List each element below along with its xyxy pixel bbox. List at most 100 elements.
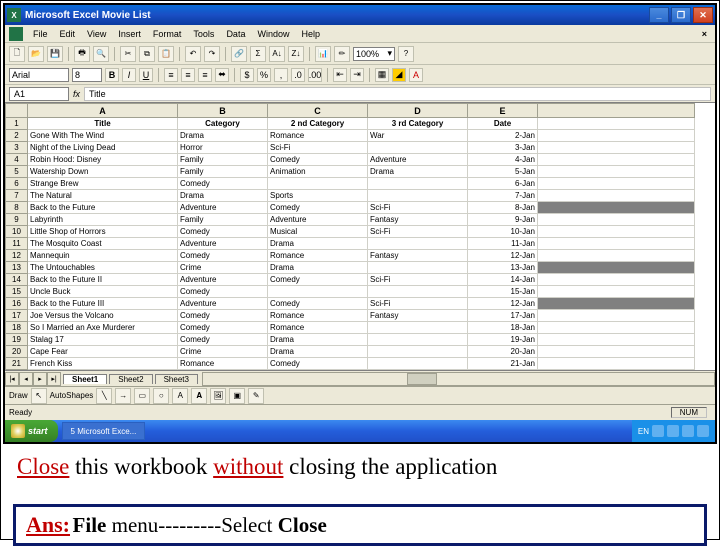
col-header-blank[interactable]: [538, 104, 695, 118]
cell[interactable]: Labyrinth: [28, 214, 178, 226]
name-box[interactable]: A1: [9, 87, 69, 101]
cell[interactable]: Romance: [268, 310, 368, 322]
percent-icon[interactable]: %: [257, 68, 271, 82]
cell[interactable]: [368, 190, 468, 202]
sheet-nav-last[interactable]: ▸|: [47, 372, 61, 386]
cell[interactable]: Comedy: [178, 226, 268, 238]
cell[interactable]: Adventure: [178, 274, 268, 286]
paste-icon[interactable]: 📋: [158, 46, 174, 62]
cell[interactable]: So I Married an Axe Murderer: [28, 322, 178, 334]
cell[interactable]: Mannequin: [28, 250, 178, 262]
row-header[interactable]: 1: [6, 118, 28, 130]
cell[interactable]: Gone With The Wind: [28, 130, 178, 142]
cell[interactable]: Comedy: [178, 322, 268, 334]
cell[interactable]: 11-Jan: [468, 238, 538, 250]
sheet-tab-3[interactable]: Sheet3: [155, 374, 198, 384]
sheet-nav-next[interactable]: ▸: [33, 372, 47, 386]
borders-icon[interactable]: ▦: [375, 68, 389, 82]
cell[interactable]: 9-Jan: [468, 214, 538, 226]
cell[interactable]: Drama: [268, 262, 368, 274]
cell[interactable]: Drama: [268, 346, 368, 358]
cell[interactable]: Strange Brew: [28, 178, 178, 190]
cell[interactable]: 15-Jan: [468, 286, 538, 298]
close-window-button[interactable]: ✕: [693, 7, 713, 23]
row-header[interactable]: 9: [6, 214, 28, 226]
row-header[interactable]: 2: [6, 130, 28, 142]
cell[interactable]: War: [368, 130, 468, 142]
merge-icon[interactable]: ⬌: [215, 68, 229, 82]
cell[interactable]: Comedy: [178, 310, 268, 322]
chart-icon[interactable]: 📊: [315, 46, 331, 62]
sort-desc-icon[interactable]: Z↓: [288, 46, 304, 62]
cell[interactable]: [538, 334, 695, 346]
row-header[interactable]: 17: [6, 310, 28, 322]
cell[interactable]: Cape Fear: [28, 346, 178, 358]
cell[interactable]: Romance: [178, 358, 268, 370]
cell[interactable]: Adventure: [368, 154, 468, 166]
row-header[interactable]: 3: [6, 142, 28, 154]
cell[interactable]: [538, 190, 695, 202]
cell[interactable]: Joe Versus the Volcano: [28, 310, 178, 322]
cell[interactable]: [538, 346, 695, 358]
tray-icon[interactable]: [697, 425, 709, 437]
wordart-icon[interactable]: 𝐀: [191, 388, 207, 404]
system-tray[interactable]: EN: [632, 420, 715, 442]
cell[interactable]: 6-Jan: [468, 178, 538, 190]
cell[interactable]: 17-Jan: [468, 310, 538, 322]
redo-icon[interactable]: ↷: [204, 46, 220, 62]
col-header-d[interactable]: D: [368, 104, 468, 118]
cell[interactable]: [368, 358, 468, 370]
cell[interactable]: Drama: [268, 238, 368, 250]
cell[interactable]: Robin Hood: Disney: [28, 154, 178, 166]
font-size-select[interactable]: 8: [72, 68, 102, 82]
cell[interactable]: Comedy: [268, 274, 368, 286]
menu-data[interactable]: Data: [220, 27, 251, 41]
align-left-icon[interactable]: ≡: [164, 68, 178, 82]
cell[interactable]: Date: [468, 118, 538, 130]
cell[interactable]: Fantasy: [368, 214, 468, 226]
menu-help[interactable]: Help: [295, 27, 326, 41]
cell[interactable]: Little Shop of Horrors: [28, 226, 178, 238]
menu-format[interactable]: Format: [147, 27, 188, 41]
cell[interactable]: Drama: [178, 130, 268, 142]
menu-window[interactable]: Window: [251, 27, 295, 41]
cell[interactable]: Family: [178, 154, 268, 166]
cell[interactable]: 19-Jan: [468, 334, 538, 346]
sheet-tab-2[interactable]: Sheet2: [109, 374, 152, 384]
cell[interactable]: [538, 214, 695, 226]
currency-icon[interactable]: $: [240, 68, 254, 82]
col-header-a[interactable]: A: [28, 104, 178, 118]
cell[interactable]: [538, 298, 695, 310]
row-header[interactable]: 21: [6, 358, 28, 370]
cell[interactable]: Comedy: [268, 358, 368, 370]
cell[interactable]: Animation: [268, 166, 368, 178]
row-header[interactable]: 8: [6, 202, 28, 214]
row-header[interactable]: 19: [6, 334, 28, 346]
cell[interactable]: Adventure: [178, 238, 268, 250]
cell[interactable]: Musical: [268, 226, 368, 238]
cell[interactable]: Category: [178, 118, 268, 130]
minimize-button[interactable]: _: [649, 7, 669, 23]
cell[interactable]: 14-Jan: [468, 274, 538, 286]
copy-icon[interactable]: ⧉: [139, 46, 155, 62]
cell[interactable]: The Untouchables: [28, 262, 178, 274]
cell[interactable]: Back to the Future II: [28, 274, 178, 286]
open-icon[interactable]: 📂: [28, 46, 44, 62]
cell[interactable]: Comedy: [268, 298, 368, 310]
cell[interactable]: [538, 322, 695, 334]
menu-insert[interactable]: Insert: [112, 27, 147, 41]
fill-icon[interactable]: ▣: [229, 388, 245, 404]
row-header[interactable]: 14: [6, 274, 28, 286]
col-header-e[interactable]: E: [468, 104, 538, 118]
italic-button[interactable]: I: [122, 68, 136, 82]
cell[interactable]: 10-Jan: [468, 226, 538, 238]
row-header[interactable]: 20: [6, 346, 28, 358]
cell[interactable]: 8-Jan: [468, 202, 538, 214]
cell[interactable]: 13-Jan: [468, 262, 538, 274]
tray-icon[interactable]: [652, 425, 664, 437]
cell[interactable]: 21-Jan: [468, 358, 538, 370]
cell[interactable]: The Natural: [28, 190, 178, 202]
tray-network-icon[interactable]: [682, 425, 694, 437]
row-header[interactable]: 5: [6, 166, 28, 178]
cell[interactable]: [538, 286, 695, 298]
